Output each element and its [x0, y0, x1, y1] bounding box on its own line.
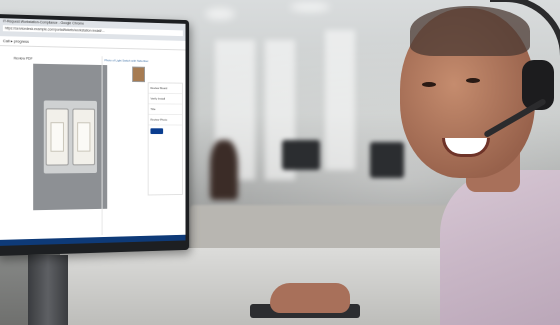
review-panel: Review Board Verify Install Title Review… [147, 82, 183, 196]
attachment-link: Photo of Light Switch with Tabs Removed … [104, 58, 149, 64]
background-coworker [210, 140, 238, 200]
ceiling-light [290, 2, 330, 12]
light-switch [72, 108, 96, 166]
submit-button [150, 128, 164, 135]
ceiling-light [205, 8, 235, 20]
monitor-screen: IT-Request-Workstation-Compliance - Goog… [0, 18, 186, 246]
light-switch [45, 108, 69, 166]
switch-plate [43, 100, 97, 174]
monitor: IT-Request-Workstation-Compliance - Goog… [0, 14, 190, 256]
switch-toggle [50, 122, 64, 152]
attachment-pane: Photo of Light Switch with Tabs Removed … [101, 56, 149, 236]
eye [466, 78, 480, 83]
photo-pane: Review PDF [4, 54, 109, 238]
hand [270, 283, 350, 313]
window-light [325, 30, 355, 170]
panel-row: Review Photo [148, 114, 182, 126]
eye [422, 82, 436, 87]
light-switch-photo [33, 63, 108, 211]
switch-toggle [77, 122, 91, 152]
call-center-photo: IT-Request-Workstation-Compliance - Goog… [0, 0, 560, 325]
review-tab: Review PDF [13, 56, 33, 61]
panel-row: Review Board [148, 83, 182, 95]
panel-row: Title [148, 104, 182, 116]
screen-content: Review PDF Photo of Light Switch with Ta… [0, 54, 186, 238]
panel-row: Verify Install [148, 93, 182, 105]
background-monitor [282, 140, 320, 170]
smile [442, 138, 490, 157]
support-agent [380, 0, 560, 325]
monitor-stand [28, 255, 68, 325]
shirt [440, 170, 560, 325]
thumbnail-icon [132, 66, 145, 83]
